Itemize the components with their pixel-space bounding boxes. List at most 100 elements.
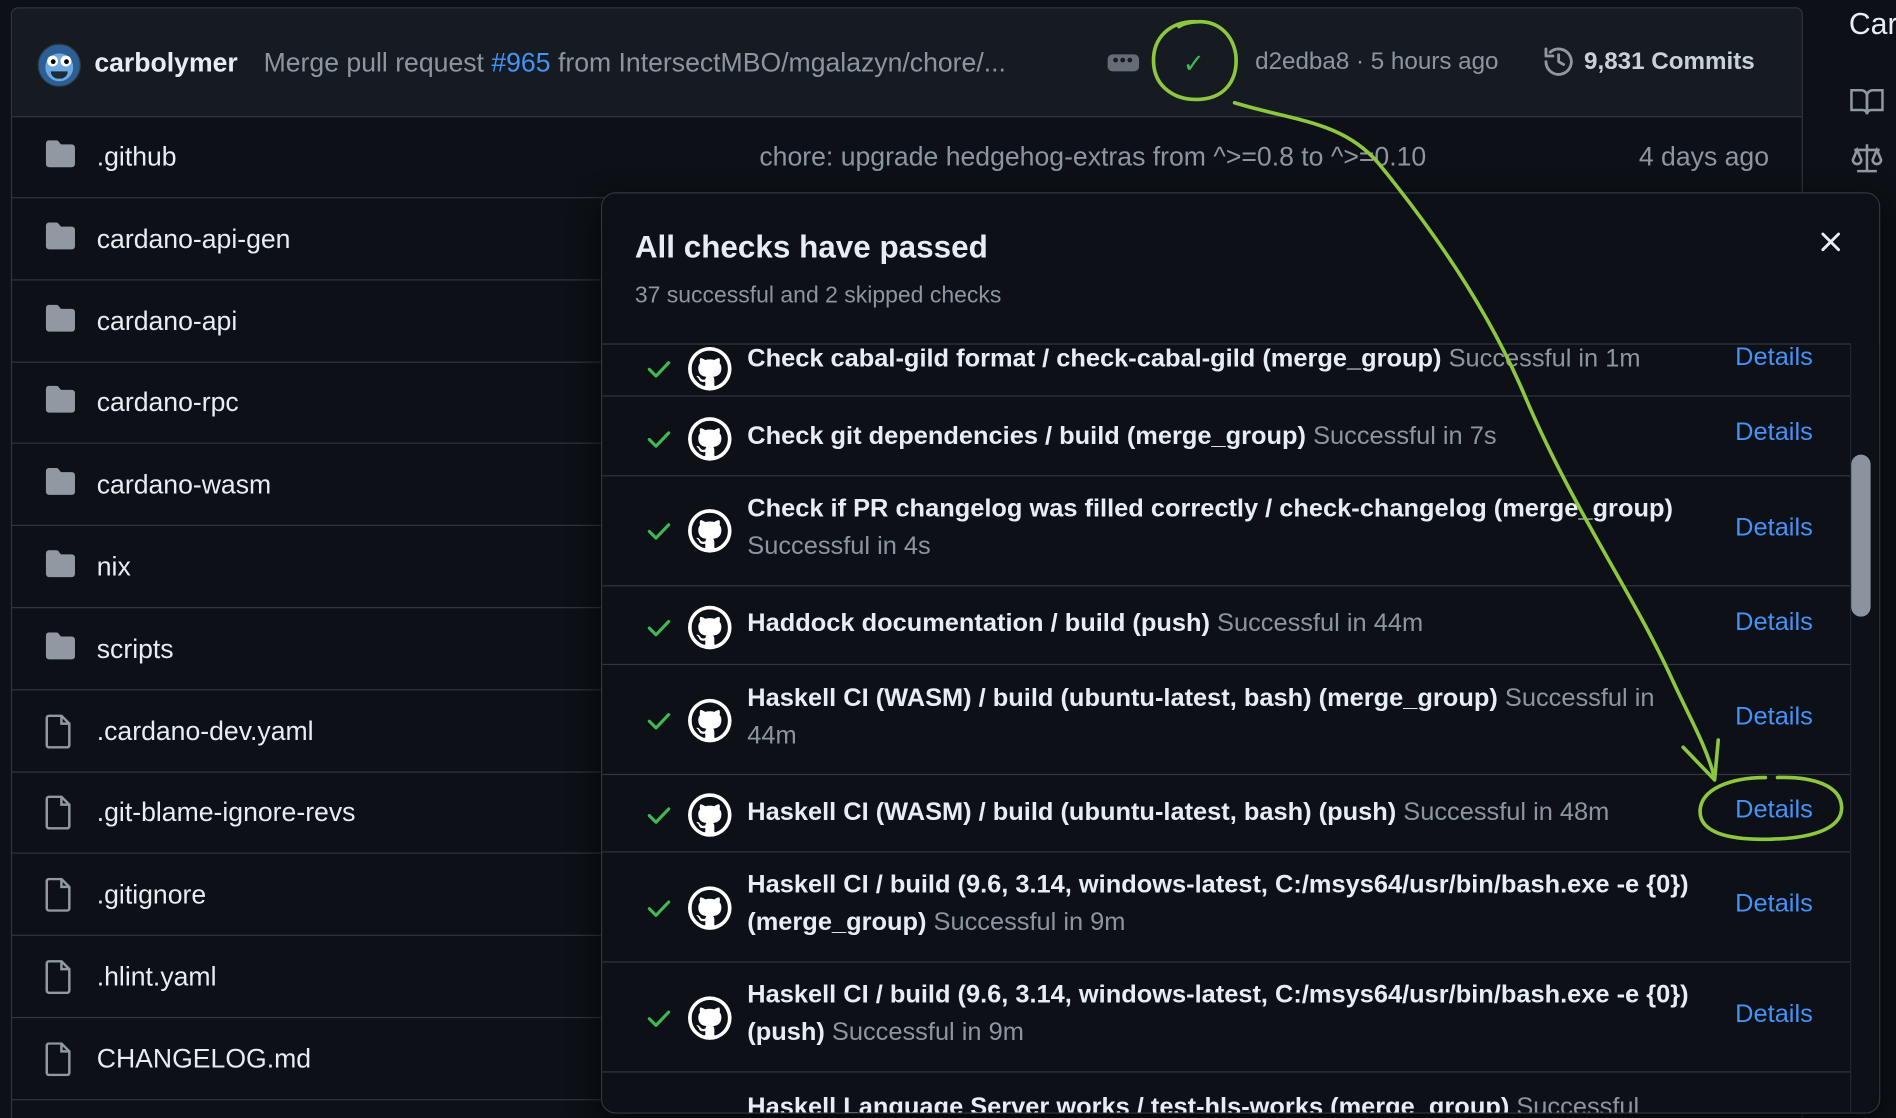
history-icon — [1544, 47, 1573, 76]
commit-sha-and-time[interactable]: d2edba8 · 5 hours ago — [1255, 48, 1498, 76]
check-details-link[interactable]: Details — [1735, 418, 1813, 447]
github-actions-icon — [688, 793, 732, 837]
github-actions-icon — [688, 347, 732, 391]
file-name-link[interactable]: CHANGELOG.md — [97, 1043, 311, 1074]
commit-count-link[interactable]: 9,831 Commits — [1584, 48, 1755, 76]
github-actions-icon — [688, 417, 732, 461]
author-avatar[interactable] — [37, 43, 82, 88]
check-status: Successful in 4s — [747, 532, 931, 560]
github-actions-icon — [688, 605, 732, 650]
file-last-commit-date: 4 days ago — [1638, 141, 1770, 172]
check-description: Haskell CI (WASM) / build (ubuntu-latest… — [747, 793, 1702, 830]
folder-icon — [44, 140, 78, 176]
check-description: Check if PR changelog was filled correct… — [747, 490, 1702, 565]
check-name: Check cabal-gild format / check-cabal-gi… — [747, 344, 1442, 373]
folder-icon — [44, 386, 78, 422]
check-success-icon — [644, 800, 673, 835]
file-icon — [44, 959, 73, 1001]
check-description: Haskell CI / build (9.6, 3.14, windows-l… — [747, 866, 1702, 941]
commit-status-check-icon[interactable]: ✓ — [1183, 48, 1205, 79]
check-description: Haskell CI / build (9.6, 3.14, windows-l… — [747, 976, 1702, 1051]
file-icon — [44, 714, 73, 755]
book-icon — [1850, 89, 1884, 115]
check-row: Check git dependencies / build (merge_gr… — [602, 395, 1851, 477]
commit-author-link[interactable]: carbolymer — [94, 47, 237, 78]
check-name: Haskell CI (WASM) / build (ubuntu-latest… — [747, 684, 1498, 713]
checks-popover: All checks have passed 37 successful and… — [600, 192, 1881, 1114]
check-name: Check if PR changelog was filled correct… — [747, 494, 1673, 523]
check-success-icon — [644, 706, 673, 741]
github-actions-icon — [688, 509, 732, 553]
checks-list[interactable]: Check cabal-gild format / check-cabal-gi… — [602, 343, 1851, 1112]
avatar-eye — [47, 55, 59, 67]
check-success-icon — [644, 613, 673, 648]
file-name-link[interactable]: scripts — [97, 633, 174, 664]
folder-icon — [44, 632, 78, 668]
file-name-link[interactable]: cardano-wasm — [97, 469, 271, 500]
check-name: Haddock documentation / build (push) — [747, 609, 1210, 638]
github-actions-icon — [688, 698, 732, 743]
check-name: Haskell CI / build (9.6, 3.14, windows-l… — [747, 870, 1689, 936]
folder-row[interactable]: .github chore: upgrade hedgehog-extras fr… — [12, 116, 1802, 199]
check-details-link[interactable]: Details — [1735, 608, 1813, 637]
check-details-link[interactable]: Details — [1735, 702, 1813, 731]
check-name: Haskell Language Server works / test-hls… — [747, 1093, 1510, 1113]
check-details-link[interactable]: Details — [1735, 999, 1813, 1028]
latest-commit-bar: carbolymer Merge pull request #965 from … — [12, 8, 1802, 118]
file-name-link[interactable]: cardano-api — [97, 305, 237, 336]
commit-message-suffix: from IntersectMBO/mgalazyn/chore/... — [557, 47, 1006, 78]
check-row: Check if PR changelog was filled correct… — [602, 475, 1851, 587]
scrollbar-thumb[interactable] — [1851, 454, 1871, 617]
folder-icon — [44, 222, 78, 258]
check-details-link[interactable]: Details — [1735, 889, 1813, 918]
file-icon — [44, 1041, 73, 1083]
folder-icon — [44, 304, 78, 340]
check-row: Haskell CI / build (9.6, 3.14, windows-l… — [602, 851, 1851, 963]
file-name-link[interactable]: .hlint.yaml — [97, 961, 217, 992]
check-details-link[interactable]: Details — [1735, 343, 1813, 371]
check-row: Haskell Language Server works / test-hls… — [602, 1071, 1850, 1112]
commit-message-prefix: Merge pull request — [263, 47, 484, 78]
check-description: Check git dependencies / build (merge_gr… — [747, 417, 1702, 454]
check-name: Haskell CI (WASM) / build (ubuntu-latest… — [747, 798, 1397, 826]
file-name-link[interactable]: .github — [97, 141, 177, 172]
checks-summary: 37 successful and 2 skipped checks — [634, 282, 1002, 309]
folder-icon — [44, 550, 78, 586]
check-success-icon — [644, 894, 673, 929]
check-row: Haskell CI (WASM) / build (ubuntu-latest… — [602, 774, 1851, 853]
about-heading-partial: Car — [1848, 7, 1896, 42]
file-name-link[interactable]: .gitignore — [97, 879, 206, 910]
file-name-link[interactable]: cardano-rpc — [97, 387, 239, 418]
check-row: Haskell CI / build (9.6, 3.14, windows-l… — [602, 961, 1851, 1073]
pr-link[interactable]: #965 — [491, 47, 550, 77]
law-scale-icon — [1851, 144, 1883, 173]
check-row: Haskell CI (WASM) / build (ubuntu-latest… — [602, 664, 1851, 776]
check-success-icon — [644, 1004, 673, 1039]
check-success-icon — [644, 424, 673, 459]
expand-message-button[interactable]: ••• — [1107, 51, 1140, 72]
check-success-icon — [644, 516, 673, 551]
check-row: Haddock documentation / build (push) Suc… — [602, 585, 1851, 666]
github-actions-icon — [688, 996, 732, 1040]
check-name: Check git dependencies / build (merge_gr… — [747, 422, 1307, 450]
file-icon — [44, 877, 73, 919]
check-status: Successful in 9m — [933, 908, 1126, 936]
file-name-link[interactable]: cardano-api-gen — [97, 223, 291, 254]
check-status: Successful in 1m — [1448, 344, 1641, 373]
avatar-mouth — [50, 71, 68, 79]
file-icon — [44, 795, 73, 837]
file-last-commit-message[interactable]: chore: upgrade hedgehog-extras from ^>=0… — [759, 141, 1426, 172]
check-status: Successful in 7s — [1313, 422, 1497, 450]
close-icon[interactable] — [1815, 226, 1846, 257]
checks-popover-header: All checks have passed 37 successful and… — [602, 193, 1880, 345]
check-status: Successful — [1516, 1093, 1640, 1113]
file-name-link[interactable]: nix — [97, 551, 131, 582]
file-name-link[interactable]: .cardano-dev.yaml — [97, 715, 314, 746]
folder-icon — [44, 468, 78, 504]
commit-message[interactable]: Merge pull request #965 from IntersectMB… — [264, 47, 1006, 78]
checks-title: All checks have passed — [634, 228, 988, 265]
check-details-link[interactable]: Details — [1735, 796, 1813, 825]
check-description: Check cabal-gild format / check-cabal-gi… — [747, 343, 1702, 377]
check-details-link[interactable]: Details — [1735, 513, 1813, 542]
file-name-link[interactable]: .git-blame-ignore-revs — [97, 797, 356, 828]
